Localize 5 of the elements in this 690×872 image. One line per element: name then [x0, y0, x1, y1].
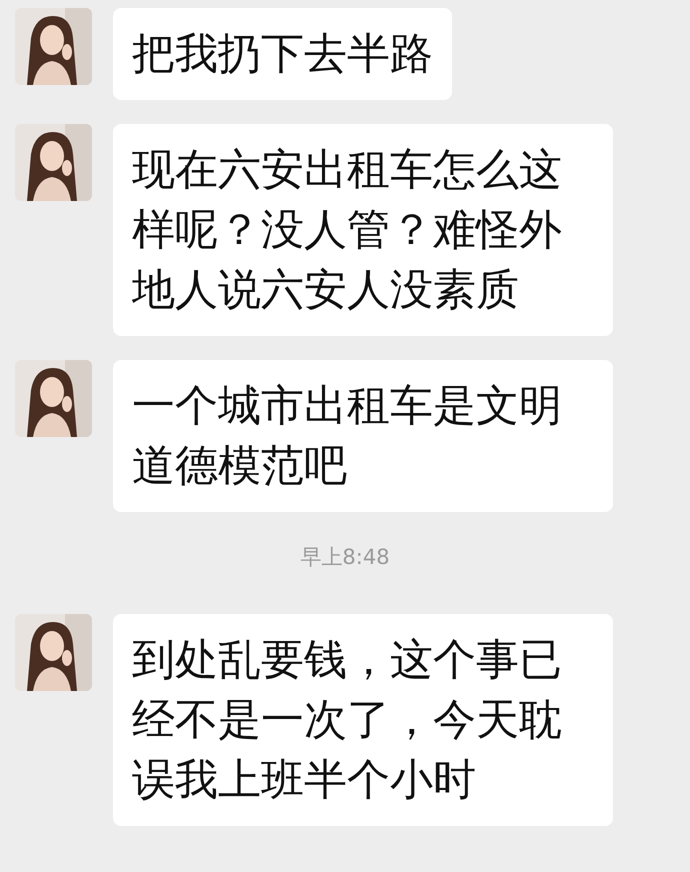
message-bubble: 把我扔下去半路 [113, 8, 452, 100]
message-bubble: 到处乱要钱，这个事已经不是一次了，今天耽误我上班半个小时 [113, 614, 613, 826]
message-bubble: 现在六安出租车怎么这样呢？没人管？难怪外地人说六安人没素质 [113, 124, 613, 336]
message-bubble: 一个城市出租车是文明道德模范吧 [113, 360, 613, 512]
timestamp: 早上8:48 [300, 545, 390, 569]
